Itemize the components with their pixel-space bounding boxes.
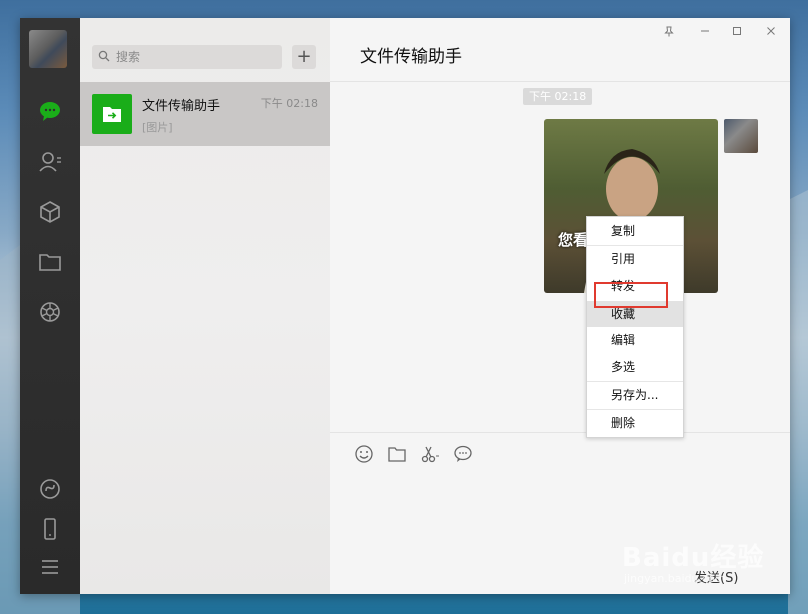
screenshot-icon[interactable] [420, 444, 440, 464]
mini-program-icon[interactable] [37, 476, 63, 502]
sender-avatar[interactable] [724, 119, 758, 153]
search-input[interactable]: 搜索 [92, 45, 282, 69]
menu-icon[interactable] [37, 554, 63, 580]
chat-history-icon[interactable] [453, 444, 473, 464]
file-icon[interactable] [387, 444, 407, 464]
search-icon [98, 50, 110, 62]
highlight-annotation [594, 282, 668, 308]
conversation-item[interactable]: 文件传输助手 下午 02:18 [图片] [80, 82, 330, 146]
menu-item-quote[interactable]: 引用 [587, 246, 683, 272]
conversation-name: 文件传输助手 [142, 99, 221, 114]
menu-item-delete[interactable]: 删除 [587, 410, 683, 436]
wechat-window: 搜索 + 文件传输助手 下午 02:18 [图片] 文件传输助手 下午 02:1… [20, 18, 790, 594]
menu-item-copy[interactable]: 复制 [587, 218, 683, 244]
chat-icon[interactable] [37, 98, 63, 124]
pin-icon[interactable] [662, 26, 676, 40]
moments-icon[interactable] [37, 299, 63, 325]
phone-icon[interactable] [37, 516, 63, 542]
cube-icon[interactable] [37, 199, 63, 225]
header-divider [330, 81, 790, 82]
context-menu: 复制 引用 转发 收藏 编辑 多选 另存为... 删除 [586, 216, 684, 438]
chat-panel: 文件传输助手 下午 02:18 您看…吗 [330, 18, 790, 594]
emoji-icon[interactable] [354, 444, 374, 464]
watermark-logo: Baidu经验 [622, 543, 765, 573]
conversation-list: 搜索 + 文件传输助手 下午 02:18 [图片] [80, 18, 330, 594]
folder-transfer-icon [103, 107, 121, 122]
file-transfer-avatar [92, 94, 132, 134]
close-button[interactable] [764, 26, 778, 39]
user-avatar[interactable] [29, 30, 67, 68]
menu-item-multiselect[interactable]: 多选 [587, 354, 683, 380]
menu-item-save-as[interactable]: 另存为... [587, 382, 683, 408]
message-timestamp: 下午 02:18 [523, 88, 593, 105]
add-button[interactable]: + [292, 45, 316, 69]
search-placeholder: 搜索 [116, 50, 141, 64]
minimize-button[interactable] [698, 26, 712, 39]
nav-sidebar [20, 18, 80, 594]
conversation-preview: [图片] [142, 121, 173, 134]
chat-title: 文件传输助手 [360, 47, 462, 67]
plus-icon: + [296, 46, 312, 67]
contacts-icon[interactable] [37, 149, 63, 175]
folder-icon[interactable] [37, 249, 63, 275]
input-divider [330, 432, 790, 433]
menu-item-edit[interactable]: 编辑 [587, 327, 683, 353]
maximize-button[interactable] [730, 26, 744, 39]
watermark-url: jingyan.baidu.com [624, 572, 726, 585]
conversation-time: 下午 02:18 [260, 97, 318, 110]
